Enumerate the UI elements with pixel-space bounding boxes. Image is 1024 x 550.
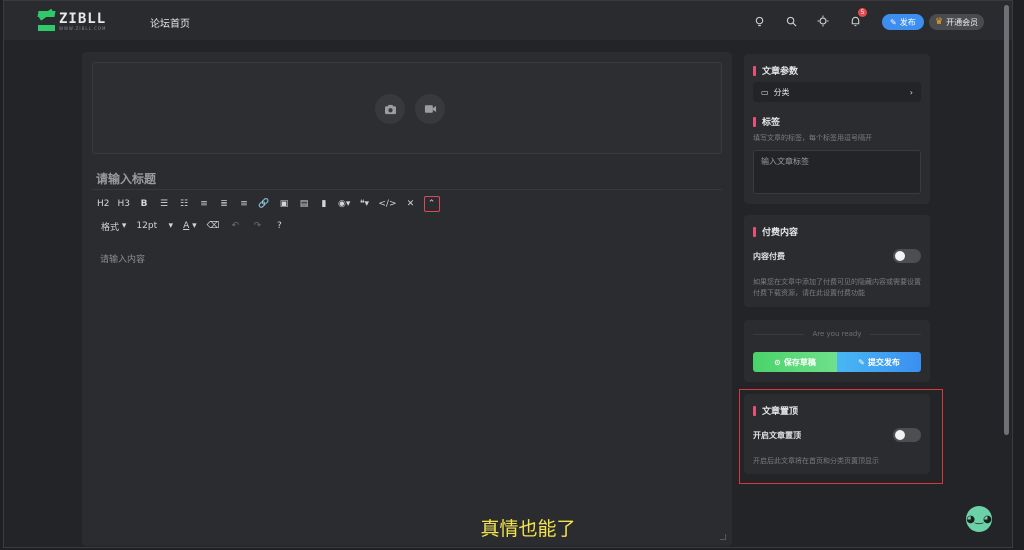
edit-icon: ✎ xyxy=(858,357,865,367)
quote-icon[interactable]: ❝▾ xyxy=(357,196,371,212)
redo-icon[interactable]: ↷ xyxy=(250,218,264,234)
paid-toggle-row: 内容付费 xyxy=(753,249,921,263)
save-draft-button[interactable]: ⊙ 保存草稿 xyxy=(753,352,837,372)
folder-icon: ▭ xyxy=(761,87,769,97)
editor-toolbar-secondary: 格式 ▾ 12pt ▾ A ▾ ⌫ ↶ ↷ ? xyxy=(100,218,286,234)
font-color-label: A xyxy=(183,221,190,231)
align-center-icon[interactable]: ≣ xyxy=(217,196,231,212)
bullet-list-icon[interactable]: ☰ xyxy=(157,196,171,212)
tags-title: 标签 xyxy=(753,115,780,128)
theme-icon[interactable] xyxy=(816,14,830,28)
align-left-icon[interactable]: ≡ xyxy=(197,196,211,212)
search-icon[interactable] xyxy=(784,14,798,28)
site-logo[interactable]: ZIBLL WWW.ZIBLL.COM xyxy=(37,8,107,31)
media-upload-area[interactable] xyxy=(92,62,722,154)
heading3-button[interactable]: H3 xyxy=(117,196,132,212)
video-embed-icon[interactable]: ▤ xyxy=(297,196,311,212)
numbered-list-icon[interactable]: ☷ xyxy=(177,196,191,212)
crown-icon: ♛ xyxy=(935,17,944,27)
code-icon[interactable]: </> xyxy=(377,196,397,212)
publish-button[interactable]: ✎ 发布 xyxy=(882,14,924,30)
notification-badge: 5 xyxy=(858,8,867,17)
paid-hint: 如果您在文章中添加了付费可见的隐藏内容或需要设置付费下载资源，请在此设置付费功能 xyxy=(753,278,921,297)
bold-button[interactable]: B xyxy=(137,196,151,212)
image-icon[interactable]: ▣ xyxy=(277,196,291,212)
save-icon: ⊙ xyxy=(774,357,781,367)
help-icon[interactable]: ? xyxy=(272,218,286,234)
eraser-icon[interactable]: ⌫ xyxy=(206,218,221,234)
paid-content-panel: 付费内容 内容付费 如果您在文章中添加了付费可见的隐藏内容或需要设置付费下载资源… xyxy=(744,215,930,307)
submit-panel: Are you ready ⊙ 保存草稿 ✎ 提交发布 xyxy=(744,320,930,382)
video-icon[interactable] xyxy=(415,94,445,124)
visibility-icon[interactable]: ◉▾ xyxy=(337,196,351,212)
tags-hint: 填写文章的标签，每个标签用逗号隔开 xyxy=(753,134,872,142)
fullscreen-icon[interactable]: ✕ xyxy=(404,196,418,212)
logo-text: ZIBLL xyxy=(59,10,107,27)
ready-text: Are you ready xyxy=(812,330,862,338)
highlight-box xyxy=(739,389,943,484)
params-title: 文章参数 xyxy=(753,64,798,77)
editor-toolbar: H2 H3 B ☰ ☷ ≡ ≣ ≡ 🔗 ▣ ▤ ▮ ◉▾ ❝▾ </> ✕ ⌃ xyxy=(96,196,440,212)
font-size-dropdown[interactable]: 12pt ▾ xyxy=(135,218,174,234)
page-scrollbar[interactable] xyxy=(1004,5,1009,435)
format-dropdown[interactable]: 格式 ▾ xyxy=(100,218,127,234)
title-input[interactable] xyxy=(92,168,722,190)
link-icon[interactable]: 🔗 xyxy=(257,196,271,212)
tags-input[interactable] xyxy=(753,150,921,194)
bell-icon[interactable]: 5 xyxy=(848,8,867,28)
logo-subtext: WWW.ZIBLL.COM xyxy=(59,25,107,31)
undo-icon[interactable]: ↶ xyxy=(228,218,242,234)
save-draft-label: 保存草稿 xyxy=(783,357,816,367)
paid-title: 付费内容 xyxy=(753,225,798,238)
paid-toggle-label: 内容付费 xyxy=(753,251,785,261)
heading2-button[interactable]: H2 xyxy=(96,196,111,212)
top-bar: ZIBLL WWW.ZIBLL.COM 论坛首页 5 ✎ 发布 ♛ 开通会员 xyxy=(4,1,1012,41)
category-label: 分类 xyxy=(773,87,790,97)
nav-forum-home[interactable]: 论坛首页 xyxy=(150,15,190,30)
video-caption: 真情也能了 xyxy=(480,518,576,540)
content-placeholder[interactable]: 请输入内容 xyxy=(100,252,145,265)
submit-publish-label: 提交发布 xyxy=(867,357,900,367)
align-right-icon[interactable]: ≡ xyxy=(237,196,251,212)
ready-divider: Are you ready xyxy=(753,330,922,338)
post-editor: H2 H3 B ☰ ☷ ≡ ≣ ≡ 🔗 ▣ ▤ ▮ ◉▾ ❝▾ </> ✕ ⌃ … xyxy=(82,52,732,546)
collapse-toolbar-icon[interactable]: ⌃ xyxy=(423,196,440,212)
camera-icon[interactable] xyxy=(375,94,405,124)
chevron-right-icon: › xyxy=(909,87,913,97)
logo-mark-icon xyxy=(37,8,56,31)
publish-label: 发布 xyxy=(899,17,916,27)
font-size-label: 12pt xyxy=(136,221,158,231)
format-label: 格式 xyxy=(101,222,120,233)
paid-toggle[interactable] xyxy=(893,249,921,263)
pencil-icon: ✎ xyxy=(890,17,897,27)
top-icons: 5 xyxy=(752,8,867,28)
submit-publish-button[interactable]: ✎ 提交发布 xyxy=(837,352,921,372)
category-selector[interactable]: ▭ 分类 › xyxy=(753,82,921,102)
bulb-icon[interactable] xyxy=(752,14,766,28)
vip-button[interactable]: ♛ 开通会员 xyxy=(929,14,985,30)
font-color-dropdown[interactable]: A ▾ xyxy=(182,218,198,234)
vip-label: 开通会员 xyxy=(946,17,979,27)
file-icon[interactable]: ▮ xyxy=(317,196,331,212)
article-params-panel: 文章参数 ▭ 分类 › 标签 填写文章的标签，每个标签用逗号隔开 xyxy=(744,54,930,204)
